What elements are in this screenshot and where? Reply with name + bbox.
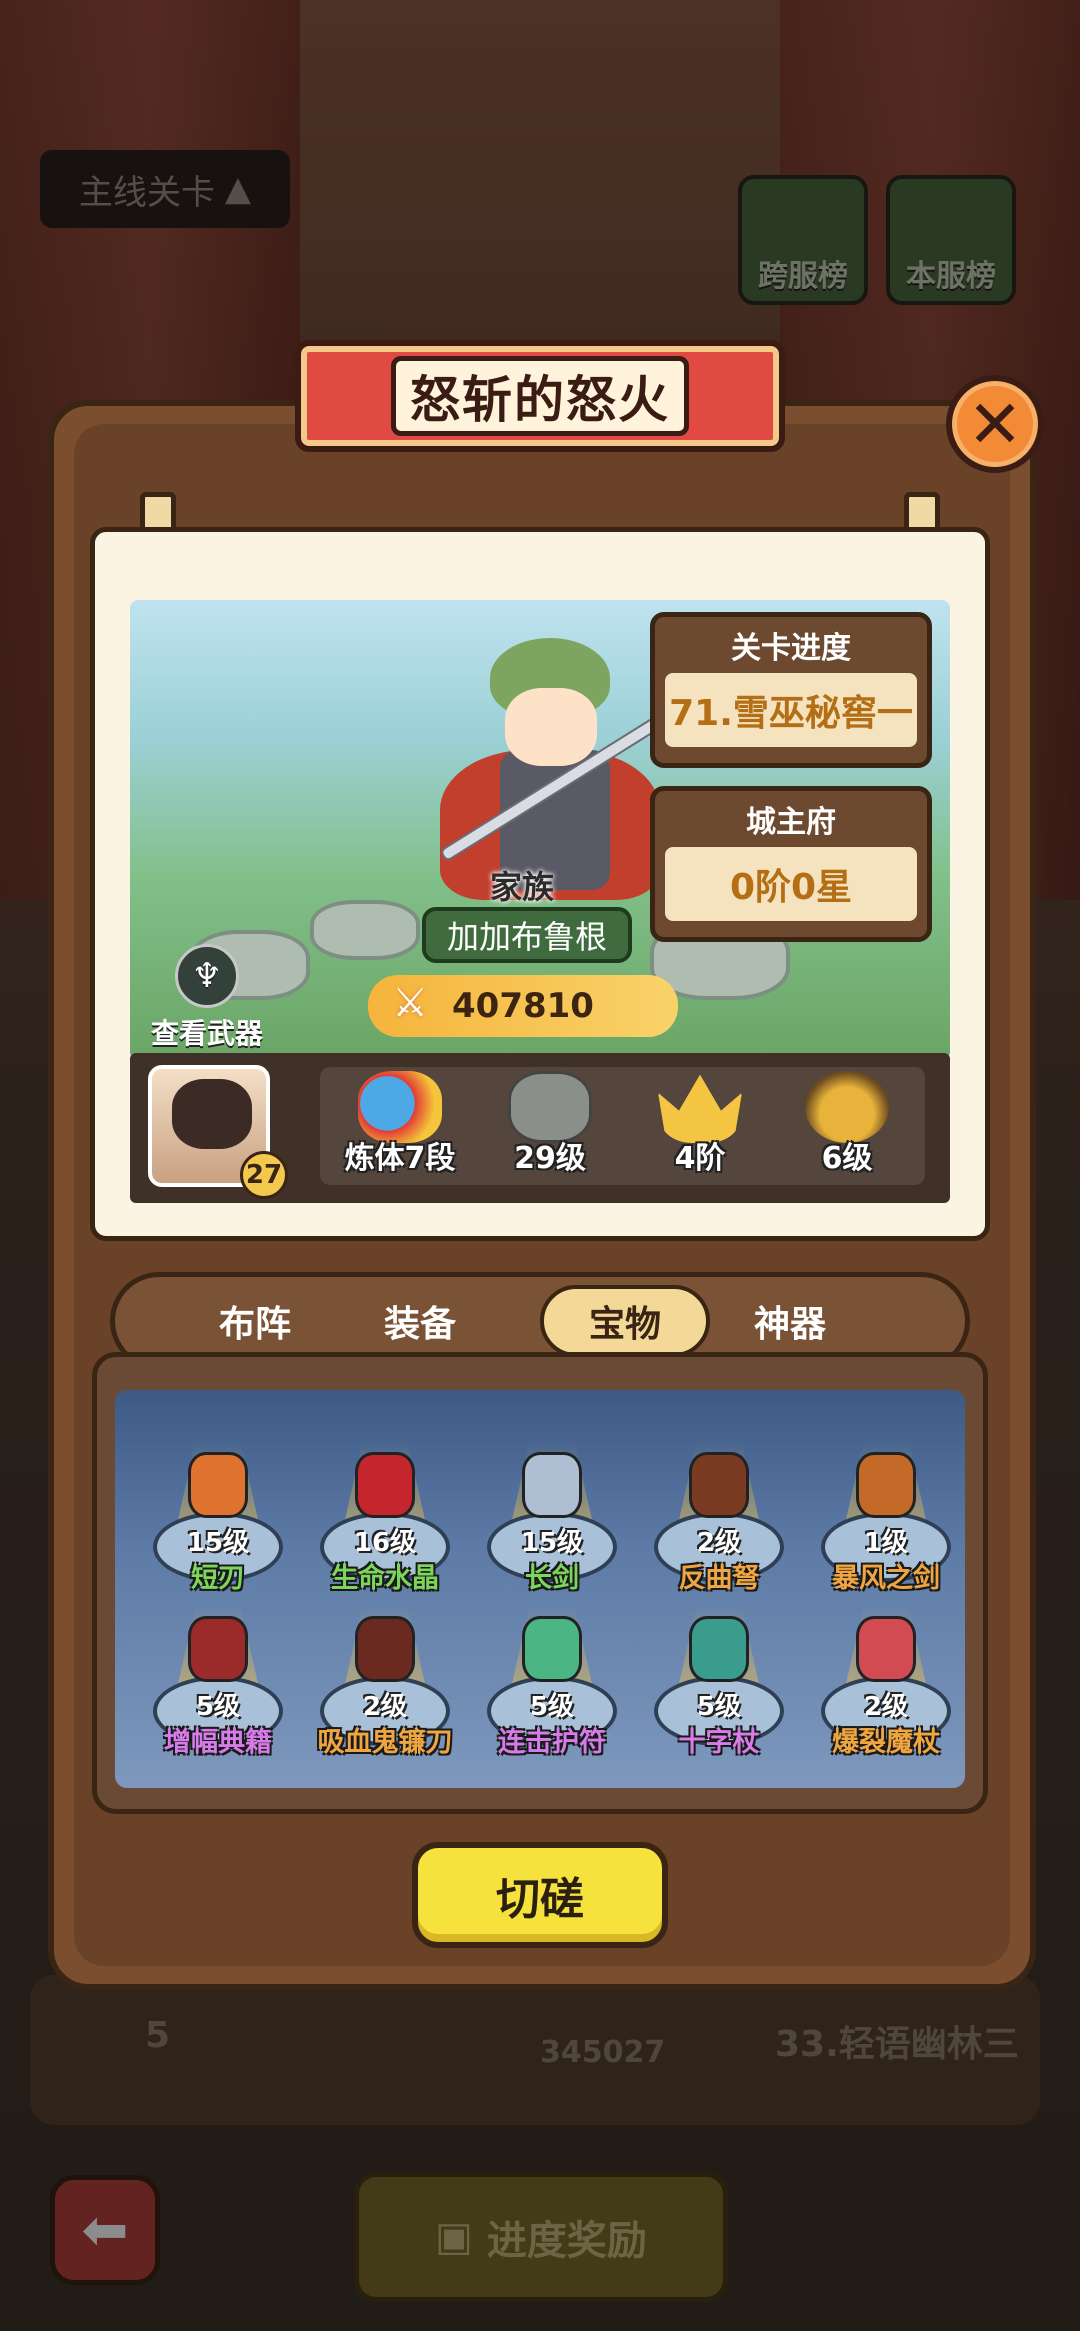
treasure-name: 长剑 xyxy=(525,1563,579,1594)
golem-stat: 29级 xyxy=(485,1071,615,1181)
treasure-grid: 15级 短刃 16级 生命水晶 15级 长剑 2级 反曲弩 1级 暴风之剑 5级 增幅典籍 2级 吸血鬼镰… xyxy=(115,1390,965,1788)
treasure-name: 增幅典籍 xyxy=(164,1727,272,1758)
dialog-title: 怒斩的怒火 xyxy=(410,371,670,429)
amulet-icon xyxy=(522,1616,582,1682)
close-x-icon: ✕ xyxy=(967,385,1023,463)
treasure-name: 吸血鬼镰刀 xyxy=(317,1727,453,1758)
crossed-swords-icon: ⚔ xyxy=(392,980,428,1026)
treasure-level: 2级 xyxy=(362,1692,408,1722)
treasure-item[interactable]: 1级暴风之剑 xyxy=(811,1432,961,1602)
close-button[interactable]: ✕ xyxy=(946,375,1044,473)
treasure-level: 2级 xyxy=(863,1692,909,1722)
treasure-level: 15级 xyxy=(520,1528,584,1558)
city-hall-value: 0阶0星 xyxy=(665,847,917,921)
body-refine-label: 炼体7段 xyxy=(344,1141,456,1176)
treasure-item[interactable]: 15级短刃 xyxy=(143,1432,293,1602)
tome-icon xyxy=(188,1616,248,1682)
tab-equipment-label: 装备 xyxy=(383,1304,456,1345)
treasure-level: 5级 xyxy=(529,1692,575,1722)
tab-artifact[interactable]: 神器 xyxy=(705,1285,875,1357)
treasure-name: 短刃 xyxy=(191,1563,245,1594)
treasure-item[interactable]: 2级爆裂魔杖 xyxy=(811,1596,961,1766)
treasure-item[interactable]: 5级连击护符 xyxy=(477,1596,627,1766)
treasure-name: 生命水晶 xyxy=(331,1563,439,1594)
stats-row: 炼体7段 29级 4阶 6级 xyxy=(320,1067,925,1185)
combat-power-value: 407810 xyxy=(452,986,594,1026)
stage-progress-label: 关卡进度 xyxy=(731,631,851,666)
city-hall-label: 城主府 xyxy=(746,805,836,840)
weapon-emblem-icon: ♆ xyxy=(175,944,239,1008)
clan-name: 加加布鲁根 xyxy=(422,907,632,963)
city-hall-box: 城主府 0阶0星 xyxy=(650,786,932,942)
cross-staff-icon xyxy=(689,1616,749,1682)
treasure-level: 16级 xyxy=(353,1528,417,1558)
avatar-level-badge: 27 xyxy=(240,1151,288,1199)
spar-button[interactable]: 切磋 xyxy=(412,1842,668,1948)
treasure-item[interactable]: 15级长剑 xyxy=(477,1432,627,1602)
clan-label: 家族 xyxy=(490,868,555,906)
treasure-name: 暴风之剑 xyxy=(832,1563,940,1594)
tab-formation-label: 布阵 xyxy=(218,1304,291,1345)
treasure-name: 连击护符 xyxy=(498,1727,606,1758)
crossbow-icon xyxy=(689,1452,749,1518)
dialog-title-ribbon: 怒斩的怒火 xyxy=(295,340,785,452)
potion-level-label: 6级 xyxy=(821,1141,873,1176)
treasure-item[interactable]: 2级反曲弩 xyxy=(644,1432,794,1602)
view-weapon-button[interactable]: ♆ 查看武器 xyxy=(142,944,272,1050)
view-weapon-label: 查看武器 xyxy=(150,1017,263,1050)
tab-artifact-label: 神器 xyxy=(753,1304,826,1345)
treasure-level: 15级 xyxy=(186,1528,250,1558)
dagger-icon xyxy=(188,1452,248,1518)
treasure-name: 十字杖 xyxy=(678,1727,760,1758)
combat-power: ⚔ 407810 xyxy=(368,975,678,1037)
crown-tier-label: 4阶 xyxy=(674,1141,726,1176)
life-crystal-icon xyxy=(355,1452,415,1518)
storm-sword-icon xyxy=(856,1452,916,1518)
treasure-item[interactable]: 16级生命水晶 xyxy=(310,1432,460,1602)
tab-formation[interactable]: 布阵 xyxy=(170,1285,340,1357)
body-refine-stat: 炼体7段 xyxy=(335,1071,465,1181)
treasure-level: 5级 xyxy=(195,1692,241,1722)
potion-stat: 6级 xyxy=(782,1071,912,1181)
treasure-level: 2级 xyxy=(696,1528,742,1558)
tab-equipment[interactable]: 装备 xyxy=(335,1285,505,1357)
treasure-item[interactable]: 2级吸血鬼镰刀 xyxy=(310,1596,460,1766)
stage-progress-box: 关卡进度 71.雪巫秘窖一 xyxy=(650,612,932,768)
scythe-icon xyxy=(355,1616,415,1682)
stage-progress-value: 71.雪巫秘窖一 xyxy=(665,673,917,747)
treasure-name: 爆裂魔杖 xyxy=(832,1727,940,1758)
tab-treasure[interactable]: 宝物 xyxy=(540,1285,710,1357)
treasure-item[interactable]: 5级增幅典籍 xyxy=(143,1596,293,1766)
treasure-level: 5级 xyxy=(696,1692,742,1722)
longsword-icon xyxy=(522,1452,582,1518)
stats-bar: 27 炼体7段 29级 4阶 6级 xyxy=(130,1053,950,1203)
crown-stat: 4阶 xyxy=(635,1071,765,1181)
treasure-level: 1级 xyxy=(863,1528,909,1558)
wand-icon xyxy=(856,1616,916,1682)
treasure-item[interactable]: 5级十字杖 xyxy=(644,1596,794,1766)
tab-treasure-label: 宝物 xyxy=(588,1304,661,1345)
treasure-name: 反曲弩 xyxy=(678,1563,760,1594)
golem-level-label: 29级 xyxy=(514,1141,586,1176)
spar-label: 切磋 xyxy=(496,1874,584,1925)
